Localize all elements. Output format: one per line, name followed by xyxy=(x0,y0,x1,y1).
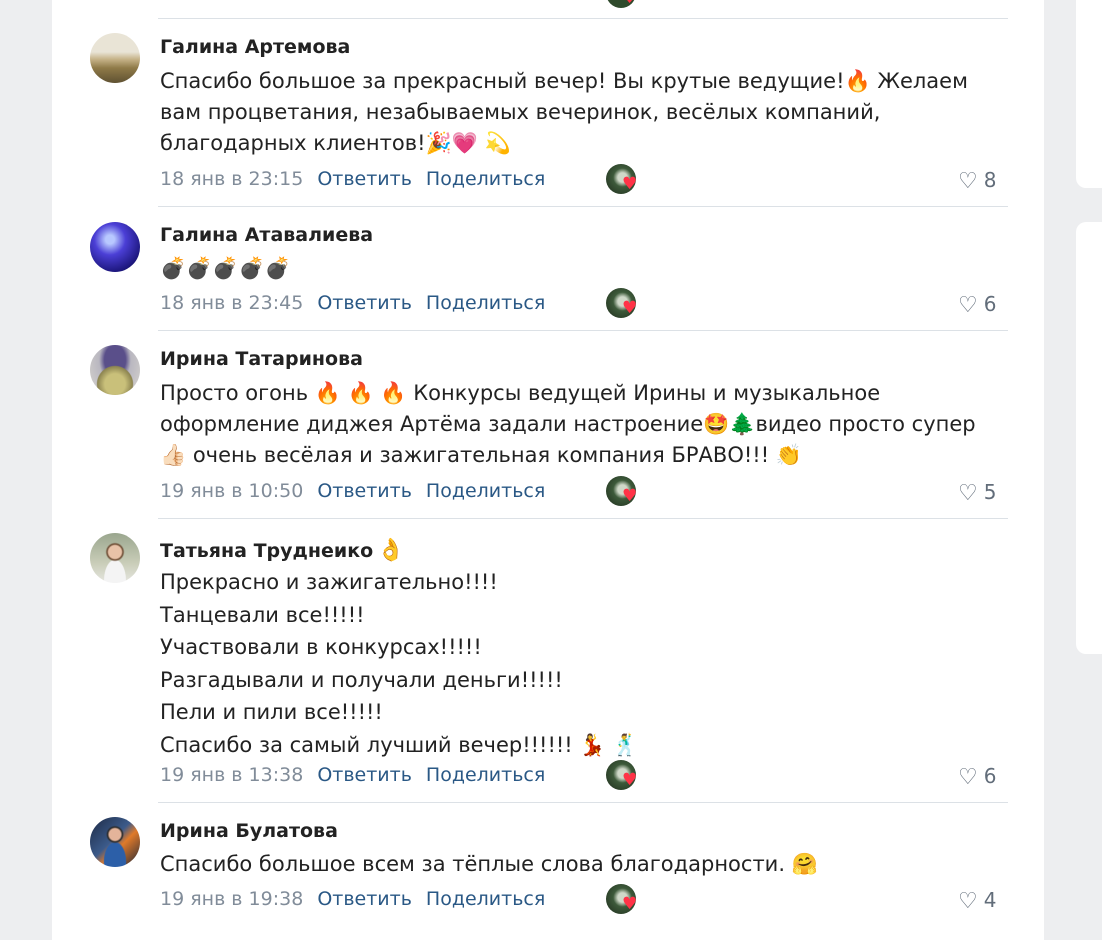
comment-date[interactable]: 19 янв в 13:38 xyxy=(160,764,303,786)
heart-icon: ♥ xyxy=(622,486,638,506)
comment-meta: 18 янв в 23:15 Ответить Поделиться xyxy=(160,168,545,194)
heart-icon: ♥ xyxy=(622,770,638,790)
heart-icon: ♥ xyxy=(622,0,637,7)
divider xyxy=(158,518,1008,519)
reply-link[interactable]: Ответить xyxy=(317,888,412,910)
author-name[interactable]: Ирина Булатова xyxy=(160,820,338,842)
comment-meta: 19 янв в 19:38 Ответить Поделиться xyxy=(160,888,545,914)
comment-line: 💣💣💣💣💣 xyxy=(160,256,291,280)
author-name[interactable]: Галина Артемова xyxy=(160,36,350,58)
divider xyxy=(158,18,1008,19)
comment-date[interactable]: 18 янв в 23:15 xyxy=(160,168,303,190)
share-link[interactable]: Поделиться xyxy=(426,888,545,910)
divider xyxy=(158,802,1008,803)
author-name[interactable]: Ирина Татаринова xyxy=(160,348,363,370)
like-button[interactable]: ♡ 5 xyxy=(958,480,996,506)
reply-link[interactable]: Ответить xyxy=(317,292,412,314)
share-link[interactable]: Поделиться xyxy=(426,480,545,502)
liker-avatar[interactable]: ♥ xyxy=(606,884,640,914)
reply-link[interactable]: Ответить xyxy=(317,764,412,786)
heart-outline-icon: ♡ xyxy=(958,169,978,194)
heart-icon: ♥ xyxy=(622,298,638,318)
avatar[interactable] xyxy=(90,817,140,867)
comment-author[interactable]: Галина Артемова xyxy=(160,36,350,58)
share-link[interactable]: Поделиться xyxy=(426,168,545,190)
comment-meta: 18 янв в 23:45 Ответить Поделиться xyxy=(160,292,545,318)
like-button[interactable]: ♡ 6 xyxy=(958,764,996,790)
heart-icon: ♥ xyxy=(622,894,638,914)
liker-avatar[interactable]: ♥ xyxy=(606,288,640,318)
comment-line: Спасибо большое за прекрасный вечер! Вы … xyxy=(160,69,968,93)
heart-icon: ♥ xyxy=(622,174,638,194)
comment-line: Пели и пили все!!!!! xyxy=(160,700,383,724)
divider xyxy=(158,206,1008,207)
comment-line: Просто огонь 🔥 🔥 🔥 Конкурсы ведущей Ирин… xyxy=(160,381,881,405)
comment-text: 💣💣💣💣💣 xyxy=(160,253,1020,284)
comment-line: 👍🏻 очень весёлая и зажигательная компани… xyxy=(160,443,802,467)
comment-line: вам процветания, незабываемых вечеринок,… xyxy=(160,100,881,124)
comment-line: оформление диджея Артёма задали настроен… xyxy=(160,412,976,436)
author-name[interactable]: Татьяна Труднеико xyxy=(160,540,373,562)
comment-line: Прекрасно и зажигательно!!!! xyxy=(160,570,498,594)
like-count: 5 xyxy=(983,480,997,504)
liker-avatar[interactable]: ♥ xyxy=(606,164,640,194)
avatar[interactable] xyxy=(90,345,140,395)
heart-outline-icon: ♡ xyxy=(958,481,978,506)
comment-author[interactable]: Татьяна Труднеико 👌 xyxy=(160,538,405,563)
side-panel xyxy=(1076,0,1102,188)
comment-author[interactable]: Ирина Татаринова xyxy=(160,348,363,370)
avatar[interactable] xyxy=(90,33,140,83)
like-button[interactable]: ♡ 6 xyxy=(958,292,996,318)
comment-author[interactable]: Галина Атавалиева xyxy=(160,224,373,246)
comment-meta: 19 янв в 10:50 Ответить Поделиться xyxy=(160,480,545,506)
avatar[interactable] xyxy=(90,533,140,583)
heart-outline-icon: ♡ xyxy=(958,293,978,318)
comment-text: Спасибо большое всем за тёплые слова бла… xyxy=(160,849,1020,880)
comment-line: Разгадывали и получали деньги!!!!! xyxy=(160,667,563,692)
liker-avatar[interactable]: ♥ xyxy=(606,760,640,790)
comment-meta: 19 янв в 13:38 Ответить Поделиться xyxy=(160,764,545,790)
comment-line: благодарных клиентов!🎉💗 💫 xyxy=(160,131,511,155)
side-panel xyxy=(1076,222,1102,654)
divider xyxy=(158,330,1008,331)
comment-line: Спасибо большое всем за тёплые слова бла… xyxy=(160,852,818,876)
like-button[interactable]: ♡ 4 xyxy=(958,888,996,914)
author-emoji: 👌 xyxy=(377,538,405,563)
like-count: 6 xyxy=(983,292,997,316)
comment-line: Спасибо за самый лучший вечер!!!!!! 💃 🕺 xyxy=(160,732,639,757)
comment-date[interactable]: 18 янв в 23:45 xyxy=(160,292,303,314)
comment-text: Прекрасно и зажигательно!!!! Танцевали в… xyxy=(160,566,1020,761)
comment-text: Спасибо большое за прекрасный вечер! Вы … xyxy=(160,66,1020,159)
like-count: 8 xyxy=(983,168,997,192)
comment-line: Участвовали в конкурсах!!!!! xyxy=(160,635,482,659)
share-link[interactable]: Поделиться xyxy=(426,292,545,314)
comment-line: Танцевали все!!!!! xyxy=(160,602,365,627)
reply-link[interactable]: Ответить xyxy=(317,168,412,190)
liker-avatar[interactable]: ♥ xyxy=(606,0,638,8)
like-count: 4 xyxy=(983,888,997,912)
reply-link[interactable]: Ответить xyxy=(317,480,412,502)
heart-outline-icon: ♡ xyxy=(958,889,978,914)
comment-date[interactable]: 19 янв в 19:38 xyxy=(160,888,303,910)
avatar[interactable] xyxy=(90,222,140,272)
author-name[interactable]: Галина Атавалиева xyxy=(160,224,373,246)
like-button[interactable]: ♡ 8 xyxy=(958,168,996,194)
share-link[interactable]: Поделиться xyxy=(426,764,545,786)
comment-date[interactable]: 19 янв в 10:50 xyxy=(160,480,303,502)
like-count: 6 xyxy=(983,764,997,788)
comment-text: Просто огонь 🔥 🔥 🔥 Конкурсы ведущей Ирин… xyxy=(160,378,1020,471)
heart-outline-icon: ♡ xyxy=(958,765,978,790)
comment-author[interactable]: Ирина Булатова xyxy=(160,820,338,842)
liker-avatar[interactable]: ♥ xyxy=(606,476,640,506)
